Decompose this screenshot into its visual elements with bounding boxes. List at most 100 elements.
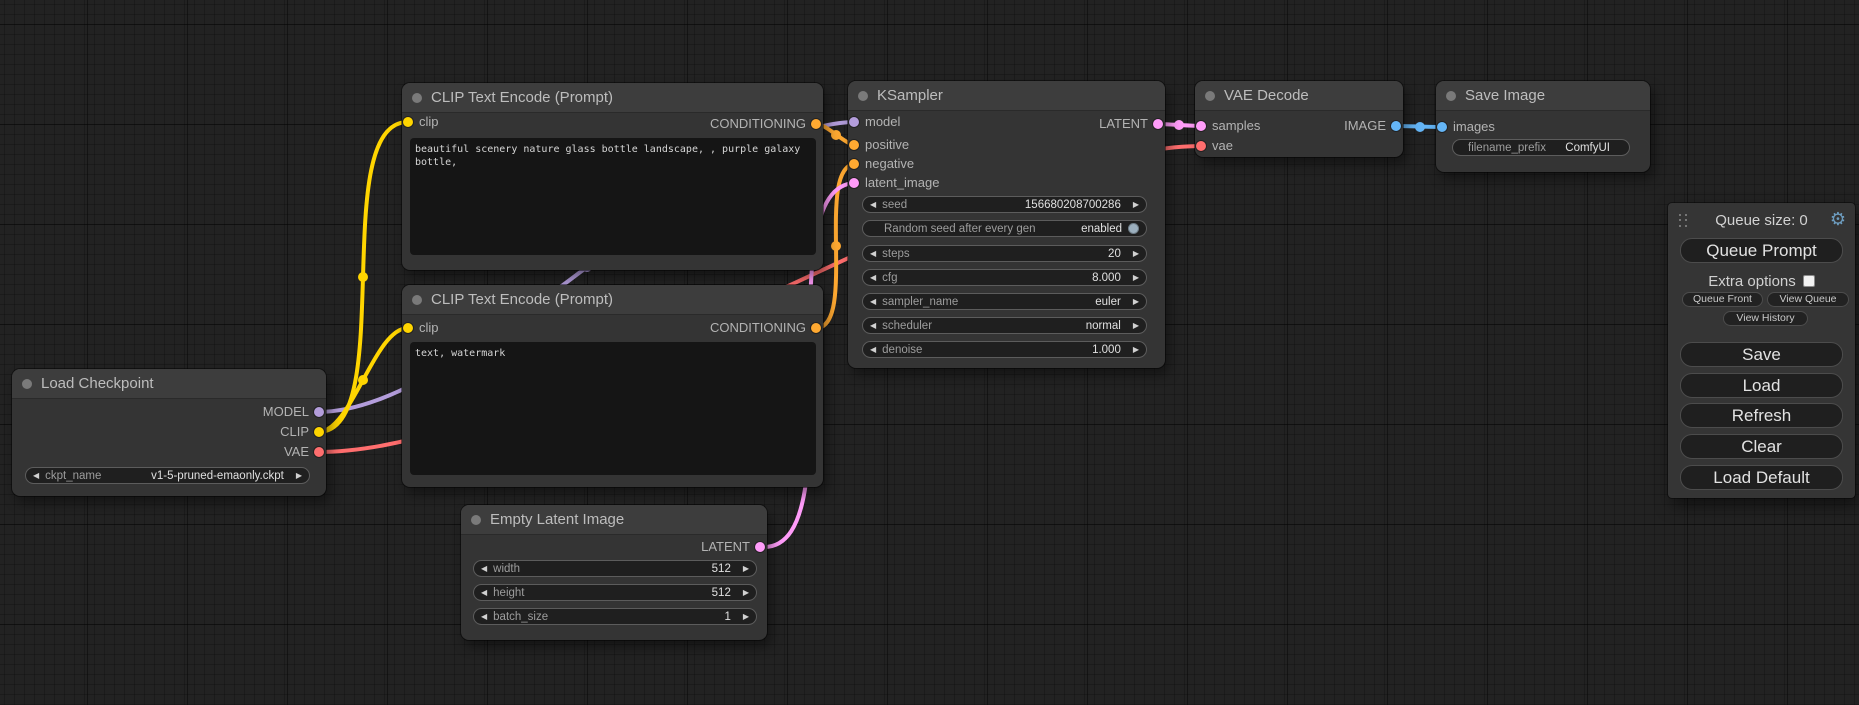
negative-prompt-textarea[interactable]: text, watermark xyxy=(410,342,816,475)
latent-port-icon[interactable] xyxy=(1196,121,1206,131)
image-port-icon[interactable] xyxy=(1391,121,1401,131)
increment-arrow-icon[interactable]: ▶ xyxy=(743,564,749,573)
decrement-arrow-icon[interactable]: ◀ xyxy=(870,321,876,330)
increment-arrow-icon[interactable]: ▶ xyxy=(1133,321,1139,330)
node-header[interactable]: CLIP Text Encode (Prompt) xyxy=(402,83,823,113)
view-history-button[interactable]: View History xyxy=(1723,311,1808,326)
clear-button[interactable]: Clear xyxy=(1680,434,1843,459)
input-slot-negative[interactable]: negative xyxy=(848,155,914,173)
increment-arrow-icon[interactable]: ▶ xyxy=(1133,249,1139,258)
clip-port-icon[interactable] xyxy=(403,117,413,127)
batch-size-widget[interactable]: ◀ batch_size 1 ▶ xyxy=(473,608,757,625)
output-slot-latent[interactable]: LATENT xyxy=(701,538,767,556)
load-default-button[interactable]: Load Default xyxy=(1680,465,1843,490)
decrement-arrow-icon[interactable]: ◀ xyxy=(481,612,487,621)
increment-arrow-icon[interactable]: ▶ xyxy=(743,612,749,621)
refresh-button[interactable]: Refresh xyxy=(1680,403,1843,428)
increment-arrow-icon[interactable]: ▶ xyxy=(1133,345,1139,354)
decrement-arrow-icon[interactable]: ◀ xyxy=(481,564,487,573)
node-empty-latent-image[interactable]: Empty Latent Image LATENT ◀ width 512 ▶ … xyxy=(461,505,767,640)
input-slot-samples[interactable]: samples xyxy=(1195,117,1260,135)
decrement-arrow-icon[interactable]: ◀ xyxy=(870,249,876,258)
increment-arrow-icon[interactable]: ▶ xyxy=(1133,273,1139,282)
cfg-widget[interactable]: ◀ cfg 8.000 ▶ xyxy=(862,269,1147,286)
vae-port-icon[interactable] xyxy=(314,447,324,457)
node-load-checkpoint[interactable]: Load Checkpoint MODEL CLIP VAE ◀ ckpt_na… xyxy=(12,369,326,496)
image-port-icon[interactable] xyxy=(1437,122,1447,132)
node-header[interactable]: Empty Latent Image xyxy=(461,505,767,535)
clip-port-icon[interactable] xyxy=(403,323,413,333)
ckpt-name-widget[interactable]: ◀ ckpt_name v1-5-pruned-emaonly.ckpt ▶ xyxy=(25,467,310,484)
view-queue-button[interactable]: View Queue xyxy=(1767,292,1849,307)
node-vae-decode[interactable]: VAE Decode samples vae IMAGE xyxy=(1195,81,1403,157)
node-collapse-icon[interactable] xyxy=(858,91,868,101)
height-widget[interactable]: ◀ height 512 ▶ xyxy=(473,584,757,601)
increment-arrow-icon[interactable]: ▶ xyxy=(743,588,749,597)
output-slot-vae[interactable]: VAE xyxy=(284,443,326,461)
node-collapse-icon[interactable] xyxy=(1205,91,1215,101)
width-widget[interactable]: ◀ width 512 ▶ xyxy=(473,560,757,577)
increment-arrow-icon[interactable]: ▶ xyxy=(1133,297,1139,306)
model-port-icon[interactable] xyxy=(314,407,324,417)
node-clip-text-encode-positive[interactable]: CLIP Text Encode (Prompt) clip CONDITION… xyxy=(402,83,823,270)
model-port-icon[interactable] xyxy=(849,117,859,127)
node-save-image[interactable]: Save Image images filename_prefix ComfyU… xyxy=(1436,81,1650,172)
decrement-arrow-icon[interactable]: ◀ xyxy=(870,297,876,306)
conditioning-port-icon[interactable] xyxy=(849,159,859,169)
output-slot-image[interactable]: IMAGE xyxy=(1344,117,1403,135)
output-slot-clip[interactable]: CLIP xyxy=(280,423,326,441)
node-header[interactable]: KSampler xyxy=(848,81,1165,111)
load-button[interactable]: Load xyxy=(1680,373,1843,398)
conditioning-port-icon[interactable] xyxy=(811,323,821,333)
increment-arrow-icon[interactable]: ▶ xyxy=(1133,200,1139,209)
input-slot-clip[interactable]: clip xyxy=(402,113,439,131)
random-seed-toggle-icon[interactable] xyxy=(1128,223,1139,234)
vae-port-icon[interactable] xyxy=(1196,141,1206,151)
node-collapse-icon[interactable] xyxy=(412,93,422,103)
scheduler-widget[interactable]: ◀ scheduler normal ▶ xyxy=(862,317,1147,334)
output-slot-conditioning[interactable]: CONDITIONING xyxy=(710,319,823,337)
decrement-arrow-icon[interactable]: ◀ xyxy=(870,273,876,282)
input-slot-latent-image[interactable]: latent_image xyxy=(848,174,939,192)
decrement-arrow-icon[interactable]: ◀ xyxy=(870,200,876,209)
extra-options-checkbox[interactable] xyxy=(1803,275,1815,287)
input-slot-images[interactable]: images xyxy=(1436,118,1495,136)
input-slot-vae[interactable]: vae xyxy=(1195,137,1233,155)
sampler-name-widget[interactable]: ◀ sampler_name euler ▶ xyxy=(862,293,1147,310)
decrement-arrow-icon[interactable]: ◀ xyxy=(33,471,39,480)
node-collapse-icon[interactable] xyxy=(412,295,422,305)
output-slot-model[interactable]: MODEL xyxy=(263,403,326,421)
queue-prompt-button[interactable]: Queue Prompt xyxy=(1680,238,1843,263)
input-slot-clip[interactable]: clip xyxy=(402,319,439,337)
node-header[interactable]: Save Image xyxy=(1436,81,1650,111)
conditioning-port-icon[interactable] xyxy=(849,140,859,150)
node-ksampler[interactable]: KSampler model positive negative latent_… xyxy=(848,81,1165,368)
seed-widget[interactable]: ◀ seed 156680208700286 ▶ xyxy=(862,196,1147,213)
decrement-arrow-icon[interactable]: ◀ xyxy=(870,345,876,354)
output-slot-conditioning[interactable]: CONDITIONING xyxy=(710,115,823,133)
node-clip-text-encode-negative[interactable]: CLIP Text Encode (Prompt) clip CONDITION… xyxy=(402,285,823,487)
filename-prefix-widget[interactable]: filename_prefix ComfyUI xyxy=(1452,139,1630,156)
decrement-arrow-icon[interactable]: ◀ xyxy=(481,588,487,597)
node-header[interactable]: CLIP Text Encode (Prompt) xyxy=(402,285,823,315)
latent-port-icon[interactable] xyxy=(1153,119,1163,129)
increment-arrow-icon[interactable]: ▶ xyxy=(296,471,302,480)
node-collapse-icon[interactable] xyxy=(22,379,32,389)
node-collapse-icon[interactable] xyxy=(1446,91,1456,101)
input-slot-positive[interactable]: positive xyxy=(848,136,909,154)
settings-gear-icon[interactable]: ⚙ xyxy=(1830,208,1846,230)
latent-port-icon[interactable] xyxy=(849,178,859,188)
output-slot-latent[interactable]: LATENT xyxy=(1099,115,1165,133)
save-button[interactable]: Save xyxy=(1680,342,1843,367)
node-collapse-icon[interactable] xyxy=(471,515,481,525)
random-seed-widget[interactable]: Random seed after every gen enabled xyxy=(862,220,1147,237)
steps-widget[interactable]: ◀ steps 20 ▶ xyxy=(862,245,1147,262)
clip-port-icon[interactable] xyxy=(314,427,324,437)
input-slot-model[interactable]: model xyxy=(848,113,900,131)
node-header[interactable]: VAE Decode xyxy=(1195,81,1403,111)
queue-front-button[interactable]: Queue Front xyxy=(1682,292,1763,307)
latent-port-icon[interactable] xyxy=(755,542,765,552)
conditioning-port-icon[interactable] xyxy=(811,119,821,129)
positive-prompt-textarea[interactable]: beautiful scenery nature glass bottle la… xyxy=(410,138,816,255)
denoise-widget[interactable]: ◀ denoise 1.000 ▶ xyxy=(862,341,1147,358)
